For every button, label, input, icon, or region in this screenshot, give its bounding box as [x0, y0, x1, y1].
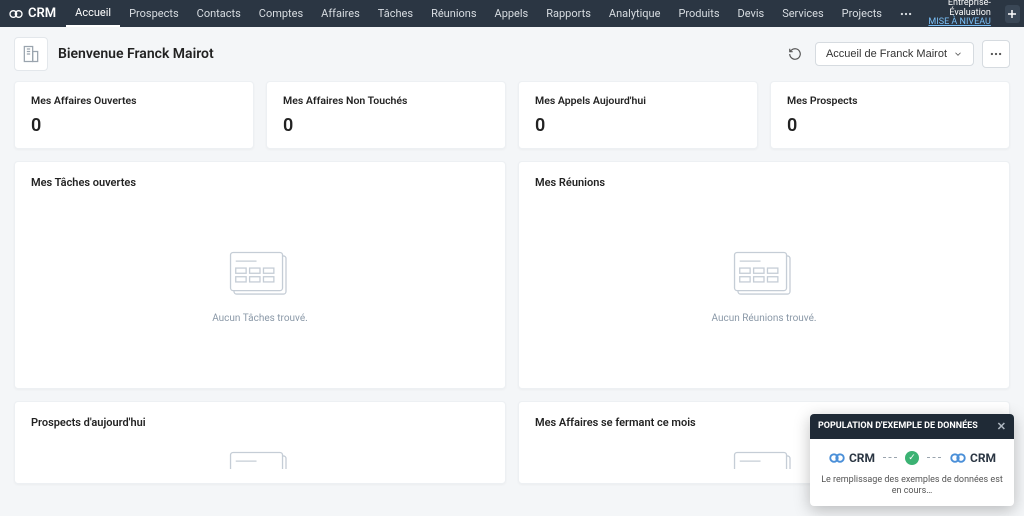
flow-line [927, 457, 941, 458]
panel-title: Mes Réunions [535, 176, 993, 189]
nav-item-devis[interactable]: Devis [729, 0, 774, 27]
empty-illustration-icon [224, 249, 296, 301]
nav-item-rapports[interactable]: Rapports [537, 0, 600, 27]
top-nav: CRM Accueil Prospects Contacts Comptes A… [0, 0, 1024, 27]
panel-title: Prospects d'aujourd'hui [31, 416, 489, 429]
empty-illustration-icon [224, 449, 296, 469]
close-icon[interactable]: ✕ [997, 420, 1006, 433]
stat-card-affaires-ouvertes[interactable]: Mes Affaires Ouvertes 0 [14, 81, 254, 149]
empty-text: Aucun Tâches trouvé. [212, 313, 308, 324]
view-selector-button[interactable]: Accueil de Franck Mairot [815, 42, 974, 66]
toast-sample-data: POPULATION D'EXEMPLE DE DONNÉES ✕ CRM ✓ … [810, 414, 1014, 506]
stats-row: Mes Affaires Ouvertes 0 Mes Affaires Non… [14, 81, 1010, 149]
nav-item-produits[interactable]: Produits [669, 0, 728, 27]
panel-prospects-aujourdhui: Prospects d'aujourd'hui [14, 401, 506, 484]
nav-item-appels[interactable]: Appels [486, 0, 538, 27]
toast-flow: CRM ✓ CRM [818, 449, 1006, 467]
stat-label: Mes Affaires Non Touchés [283, 94, 489, 107]
crm-badge-source: CRM [828, 449, 875, 467]
chevron-down-icon [953, 49, 963, 59]
stat-value: 0 [31, 115, 237, 136]
nav-item-projects[interactable]: Projects [833, 0, 891, 27]
toast-message: Le remplissage des exemples de données e… [818, 475, 1006, 498]
page-title: Bienvenue Franck Mairot [58, 46, 214, 62]
brand[interactable]: CRM [8, 6, 56, 22]
empty-illustration-icon [728, 449, 800, 469]
panels-row-1: Mes Tâches ouvertes Aucun Tâches trouvé.… [14, 161, 1010, 389]
toast-title: POPULATION D'EXEMPLE DE DONNÉES [818, 421, 978, 431]
empty-state: Aucun Réunions trouvé. [535, 229, 993, 374]
view-selector-label: Accueil de Franck Mairot [826, 48, 947, 60]
page-header: Bienvenue Franck Mairot Accueil de Franc… [0, 27, 1024, 81]
add-button[interactable] [1005, 5, 1020, 23]
check-icon: ✓ [905, 451, 919, 465]
empty-state [31, 439, 489, 469]
more-icon [989, 47, 1003, 61]
stat-card-affaires-non-touches[interactable]: Mes Affaires Non Touchés 0 [266, 81, 506, 149]
stat-value: 0 [787, 115, 993, 136]
empty-state: Aucun Tâches trouvé. [31, 229, 489, 374]
crm-logo-icon [949, 449, 967, 467]
panel-title: Mes Tâches ouvertes [31, 176, 489, 189]
nav-item-taches[interactable]: Tâches [369, 0, 422, 27]
toast-body: CRM ✓ CRM Le remplissage des exemples de… [810, 439, 1014, 506]
nav-item-accueil[interactable]: Accueil [66, 0, 120, 27]
crm-badge-target: CRM [949, 449, 996, 467]
refresh-icon[interactable] [783, 42, 807, 66]
trial-info: Entreprise-Évaluation MISE À NIVEAU [921, 0, 995, 28]
crm-logo-icon [828, 449, 846, 467]
nav-item-services[interactable]: Services [773, 0, 832, 27]
nav-item-analytique[interactable]: Analytique [600, 0, 670, 27]
empty-text: Aucun Réunions trouvé. [711, 313, 816, 324]
toast-header: POPULATION D'EXEMPLE DE DONNÉES ✕ [810, 414, 1014, 439]
stat-label: Mes Appels Aujourd'hui [535, 94, 741, 107]
nav-item-comptes[interactable]: Comptes [250, 0, 312, 27]
trial-label: Entreprise-Évaluation [921, 0, 991, 18]
brand-icon [8, 6, 24, 22]
empty-illustration-icon [728, 249, 800, 301]
nav-item-reunions[interactable]: Réunions [422, 0, 485, 27]
stat-card-appels[interactable]: Mes Appels Aujourd'hui 0 [518, 81, 758, 149]
more-actions-button[interactable] [982, 40, 1010, 68]
page-actions: Accueil de Franck Mairot [783, 40, 1010, 68]
nav-items: Accueil Prospects Contacts Comptes Affai… [66, 0, 921, 27]
page-icon [14, 37, 48, 71]
nav-item-affaires[interactable]: Affaires [312, 0, 369, 27]
nav-right: Entreprise-Évaluation MISE À NIVEAU [921, 0, 1024, 27]
stat-label: Mes Prospects [787, 94, 993, 107]
stat-value: 0 [535, 115, 741, 136]
nav-item-prospects[interactable]: Prospects [120, 0, 188, 27]
flow-line [883, 457, 897, 458]
nav-item-contacts[interactable]: Contacts [188, 0, 250, 27]
brand-label: CRM [28, 6, 56, 21]
nav-more-icon[interactable] [891, 7, 921, 21]
panel-reunions: Mes Réunions Aucun Réunions trouvé. [518, 161, 1010, 389]
stat-card-prospects[interactable]: Mes Prospects 0 [770, 81, 1010, 149]
panel-taches: Mes Tâches ouvertes Aucun Tâches trouvé. [14, 161, 506, 389]
stat-value: 0 [283, 115, 489, 136]
stat-label: Mes Affaires Ouvertes [31, 94, 237, 107]
upgrade-link[interactable]: MISE À NIVEAU [921, 18, 991, 28]
